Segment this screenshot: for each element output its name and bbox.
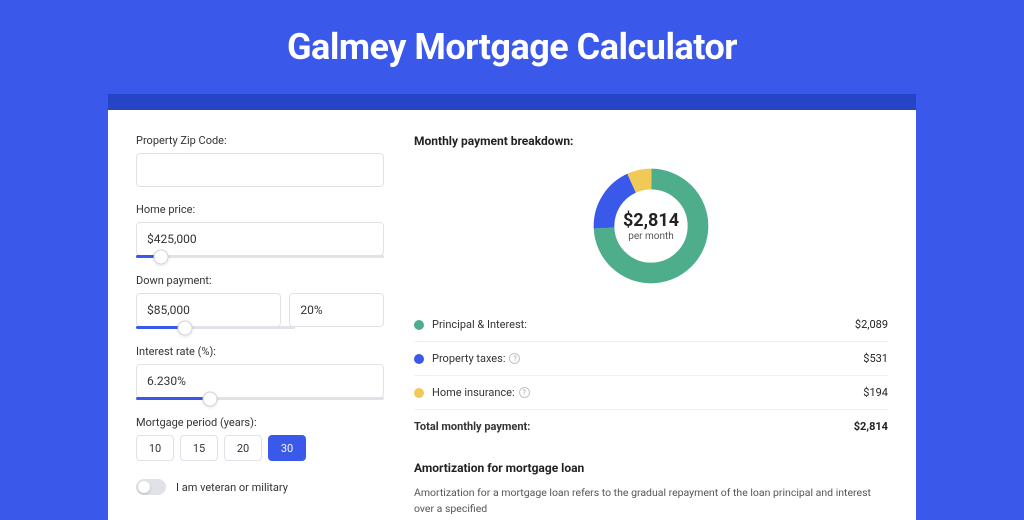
period-buttons: 10 15 20 30 bbox=[136, 435, 384, 461]
breakdown-row-insurance: Home insurance: ? $194 bbox=[414, 375, 888, 409]
period-10-button[interactable]: 10 bbox=[136, 435, 174, 461]
dot-insurance bbox=[414, 388, 424, 398]
down-payment-slider[interactable] bbox=[136, 326, 295, 329]
interest-slider[interactable] bbox=[136, 397, 384, 400]
breakdown-value-insurance: $194 bbox=[863, 386, 888, 399]
interest-field-group: Interest rate (%): bbox=[136, 345, 384, 400]
veteran-toggle-row: I am veteran or military bbox=[136, 479, 384, 495]
breakdown-value-total: $2,814 bbox=[854, 420, 888, 433]
interest-input[interactable] bbox=[136, 364, 384, 398]
interest-slider-thumb[interactable] bbox=[203, 391, 218, 406]
down-payment-label: Down payment: bbox=[136, 274, 384, 287]
outer-panel: Property Zip Code: Home price: Down paym… bbox=[108, 94, 916, 520]
period-field-group: Mortgage period (years): 10 15 20 30 bbox=[136, 416, 384, 461]
dot-taxes bbox=[414, 354, 424, 364]
home-price-label: Home price: bbox=[136, 203, 384, 216]
toggle-knob bbox=[138, 481, 150, 493]
donut-chart: $2,814 per month bbox=[589, 164, 713, 288]
breakdown-row-taxes: Property taxes: ? $531 bbox=[414, 341, 888, 375]
zip-input[interactable] bbox=[136, 153, 384, 187]
home-price-input[interactable] bbox=[136, 222, 384, 256]
breakdown-column: Monthly payment breakdown: $2,814 per mo… bbox=[414, 134, 888, 520]
breakdown-label-total: Total monthly payment: bbox=[414, 420, 530, 433]
info-icon[interactable]: ? bbox=[509, 353, 520, 364]
period-15-button[interactable]: 15 bbox=[180, 435, 218, 461]
down-payment-amount-input[interactable] bbox=[136, 293, 281, 327]
amortization-title: Amortization for mortgage loan bbox=[414, 461, 888, 475]
veteran-toggle[interactable] bbox=[136, 479, 166, 495]
zip-field-group: Property Zip Code: bbox=[136, 134, 384, 187]
donut-chart-wrap: $2,814 per month bbox=[414, 164, 888, 288]
breakdown-row-principal: Principal & Interest: $2,089 bbox=[414, 308, 888, 341]
calculator-card: Property Zip Code: Home price: Down paym… bbox=[108, 110, 916, 520]
breakdown-label-taxes: Property taxes: ? bbox=[432, 352, 520, 365]
interest-label: Interest rate (%): bbox=[136, 345, 384, 358]
breakdown-value-taxes: $531 bbox=[863, 352, 888, 365]
breakdown-title: Monthly payment breakdown: bbox=[414, 134, 888, 148]
home-price-slider-thumb[interactable] bbox=[153, 249, 168, 264]
form-column: Property Zip Code: Home price: Down paym… bbox=[136, 134, 384, 520]
down-payment-slider-thumb[interactable] bbox=[178, 320, 193, 335]
zip-label: Property Zip Code: bbox=[136, 134, 384, 147]
period-20-button[interactable]: 20 bbox=[224, 435, 262, 461]
breakdown-row-total: Total monthly payment: $2,814 bbox=[414, 409, 888, 443]
period-30-button[interactable]: 30 bbox=[268, 435, 306, 461]
home-price-slider[interactable] bbox=[136, 255, 384, 258]
veteran-label: I am veteran or military bbox=[176, 481, 288, 494]
info-icon[interactable]: ? bbox=[519, 387, 530, 398]
period-label: Mortgage period (years): bbox=[136, 416, 384, 429]
breakdown-value-principal: $2,089 bbox=[855, 318, 888, 331]
breakdown-label-insurance: Home insurance: ? bbox=[432, 386, 530, 399]
donut-sub: per month bbox=[623, 231, 679, 242]
page-title: Galmey Mortgage Calculator bbox=[0, 0, 1024, 94]
breakdown-label-principal: Principal & Interest: bbox=[432, 318, 527, 331]
down-payment-field-group: Down payment: bbox=[136, 274, 384, 329]
dot-principal bbox=[414, 320, 424, 330]
donut-center: $2,814 per month bbox=[623, 210, 679, 242]
donut-amount: $2,814 bbox=[623, 210, 679, 231]
down-payment-pct-input[interactable] bbox=[289, 293, 384, 327]
home-price-field-group: Home price: bbox=[136, 203, 384, 258]
